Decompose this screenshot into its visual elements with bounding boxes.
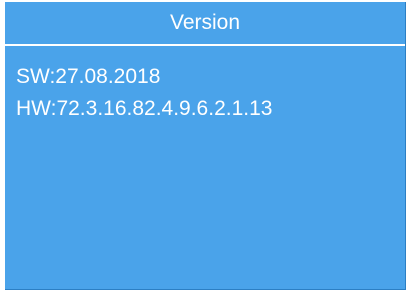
software-version: SW:27.08.2018 <box>16 65 161 88</box>
version-screen: Version SW:27.08.2018 HW:72.3.16.82.4.9.… <box>5 2 406 290</box>
page-title: Version <box>169 11 241 34</box>
hardware-version: HW:72.3.16.82.4.9.6.2.1.13 <box>16 97 273 120</box>
title-bar: Version <box>5 2 405 46</box>
version-info: SW:27.08.2018 HW:72.3.16.82.4.9.6.2.1.13 <box>5 46 405 125</box>
